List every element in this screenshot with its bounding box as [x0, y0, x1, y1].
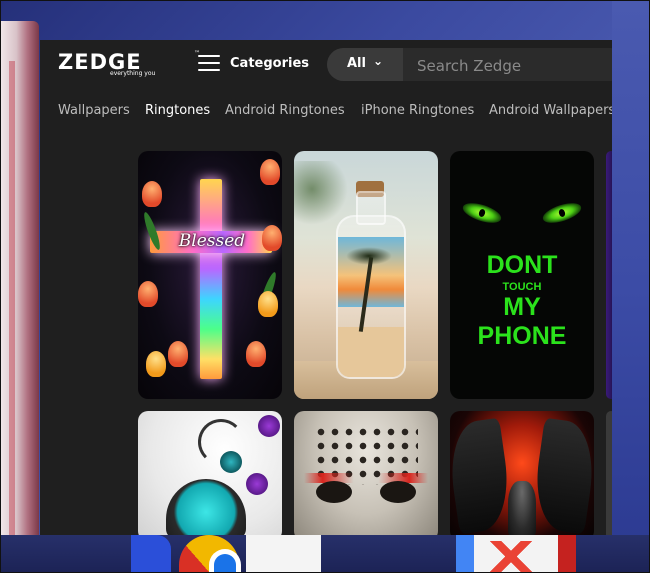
desktop: ZEDGE ™ everything you Categories All ⌄ …	[0, 0, 650, 573]
window-edge-stripe	[9, 61, 15, 541]
wallpaper-card-blessed-cross[interactable]: Blessed	[138, 151, 282, 399]
glass-bottle	[336, 215, 406, 379]
mask-eye-hole	[380, 481, 416, 503]
bottle-palm-fronds	[346, 247, 392, 265]
teal-heart	[166, 479, 246, 535]
wallpaper-card-dont-touch[interactable]: DONT TOUCH MY PHONE	[450, 151, 594, 399]
wallpaper-card-hockey-mask[interactable]	[294, 411, 438, 535]
mask-eye-hole	[316, 481, 352, 503]
wallpaper-grid: Blessed DONT TOUCH MY PHONE	[40, 40, 612, 535]
desktop-wallpaper-right	[612, 1, 649, 572]
gmail-icon-m	[471, 541, 551, 572]
tulip	[138, 281, 158, 307]
tulip	[246, 341, 266, 367]
taskbar-app-icon[interactable]	[131, 535, 171, 572]
angel-wing-left	[450, 417, 515, 535]
card-text-line: MY	[503, 293, 541, 321]
cross-vertical	[200, 179, 222, 379]
green-eye-left	[460, 199, 504, 227]
card-text-line: TOUCH	[502, 281, 542, 293]
wallpaper-card-bottle-beach[interactable]	[294, 151, 438, 399]
green-eye-right	[540, 199, 584, 227]
purple-rose	[258, 415, 280, 437]
wallpaper-card-dark-angel[interactable]	[450, 411, 594, 535]
card-text-line: DONT	[486, 251, 558, 279]
mask-red-marks	[304, 473, 428, 483]
tulip	[260, 159, 280, 185]
wallpaper-card-partial[interactable]	[606, 411, 612, 535]
card-text-line: PHONE	[477, 322, 567, 350]
background-window-left	[1, 21, 39, 541]
teal-rose	[220, 451, 242, 473]
tulip	[262, 225, 282, 251]
tulip	[142, 181, 162, 207]
taskbar-app-icon-white[interactable]	[246, 535, 321, 572]
tulip	[258, 291, 278, 317]
zedge-window: ZEDGE ™ everything you Categories All ⌄ …	[40, 40, 612, 535]
purple-rose	[246, 473, 268, 495]
chrome-icon-dot	[214, 554, 236, 572]
gmail-icon-right	[558, 535, 576, 572]
wallpaper-card-heart-roses[interactable]	[138, 411, 282, 535]
angel-wing-right	[529, 417, 594, 535]
card-text-blessed: Blessed	[178, 231, 246, 251]
angel-figure	[508, 481, 536, 535]
tulip	[146, 351, 166, 377]
bottle-sand	[338, 327, 404, 377]
tulip	[168, 341, 188, 367]
wallpaper-card-partial[interactable]	[606, 151, 612, 399]
